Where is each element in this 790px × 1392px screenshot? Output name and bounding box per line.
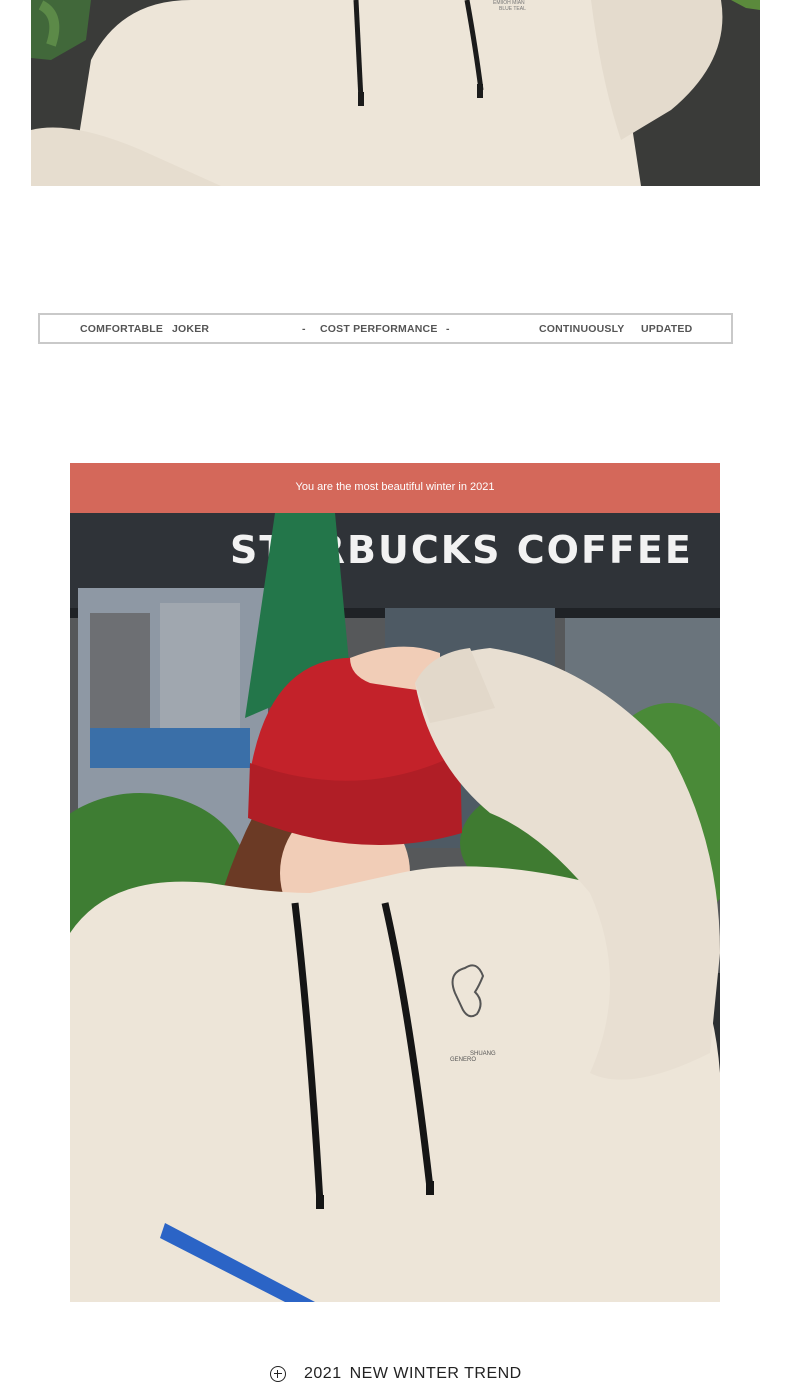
feature-continuously: CONTINUOUSLY — [539, 323, 625, 335]
top-product-photo: EMIIOH MIAN BLUE TEAL — [31, 0, 760, 186]
model-illustration: STARBUCKS COFFEE GENERO SHUANG — [70, 513, 720, 1302]
title-year: 2021 — [304, 1365, 342, 1382]
hoodie-illustration: EMIIOH MIAN BLUE TEAL — [31, 0, 760, 186]
banner-text: You are the most beautiful winter in 202… — [295, 481, 495, 493]
print-text-2: BLUE TEAL — [499, 6, 526, 12]
title-text: NEW WINTER TREND — [349, 1365, 522, 1382]
feature-cost-performance: COST PERFORMANCE — [320, 323, 438, 335]
hoodie-print-1: GENERO — [450, 1057, 476, 1063]
section-title: 2021 NEW WINTER TREND — [270, 1363, 522, 1385]
feature-strip: COMFORTABLE JOKER - COST PERFORMANCE - C… — [38, 313, 733, 344]
plus-circle-icon — [270, 1366, 286, 1382]
feature-separator-1: - — [302, 323, 306, 335]
promo-banner: You are the most beautiful winter in 202… — [70, 463, 720, 513]
hoodie-print-2: SHUANG — [470, 1051, 496, 1057]
feature-comfortable: COMFORTABLE — [80, 323, 164, 335]
feature-separator-2: - — [446, 323, 450, 335]
feature-joker: JOKER — [172, 323, 210, 335]
main-product-photo: STARBUCKS COFFEE GENERO SHUANG — [70, 513, 720, 1302]
feature-updated: UPDATED — [641, 323, 693, 335]
